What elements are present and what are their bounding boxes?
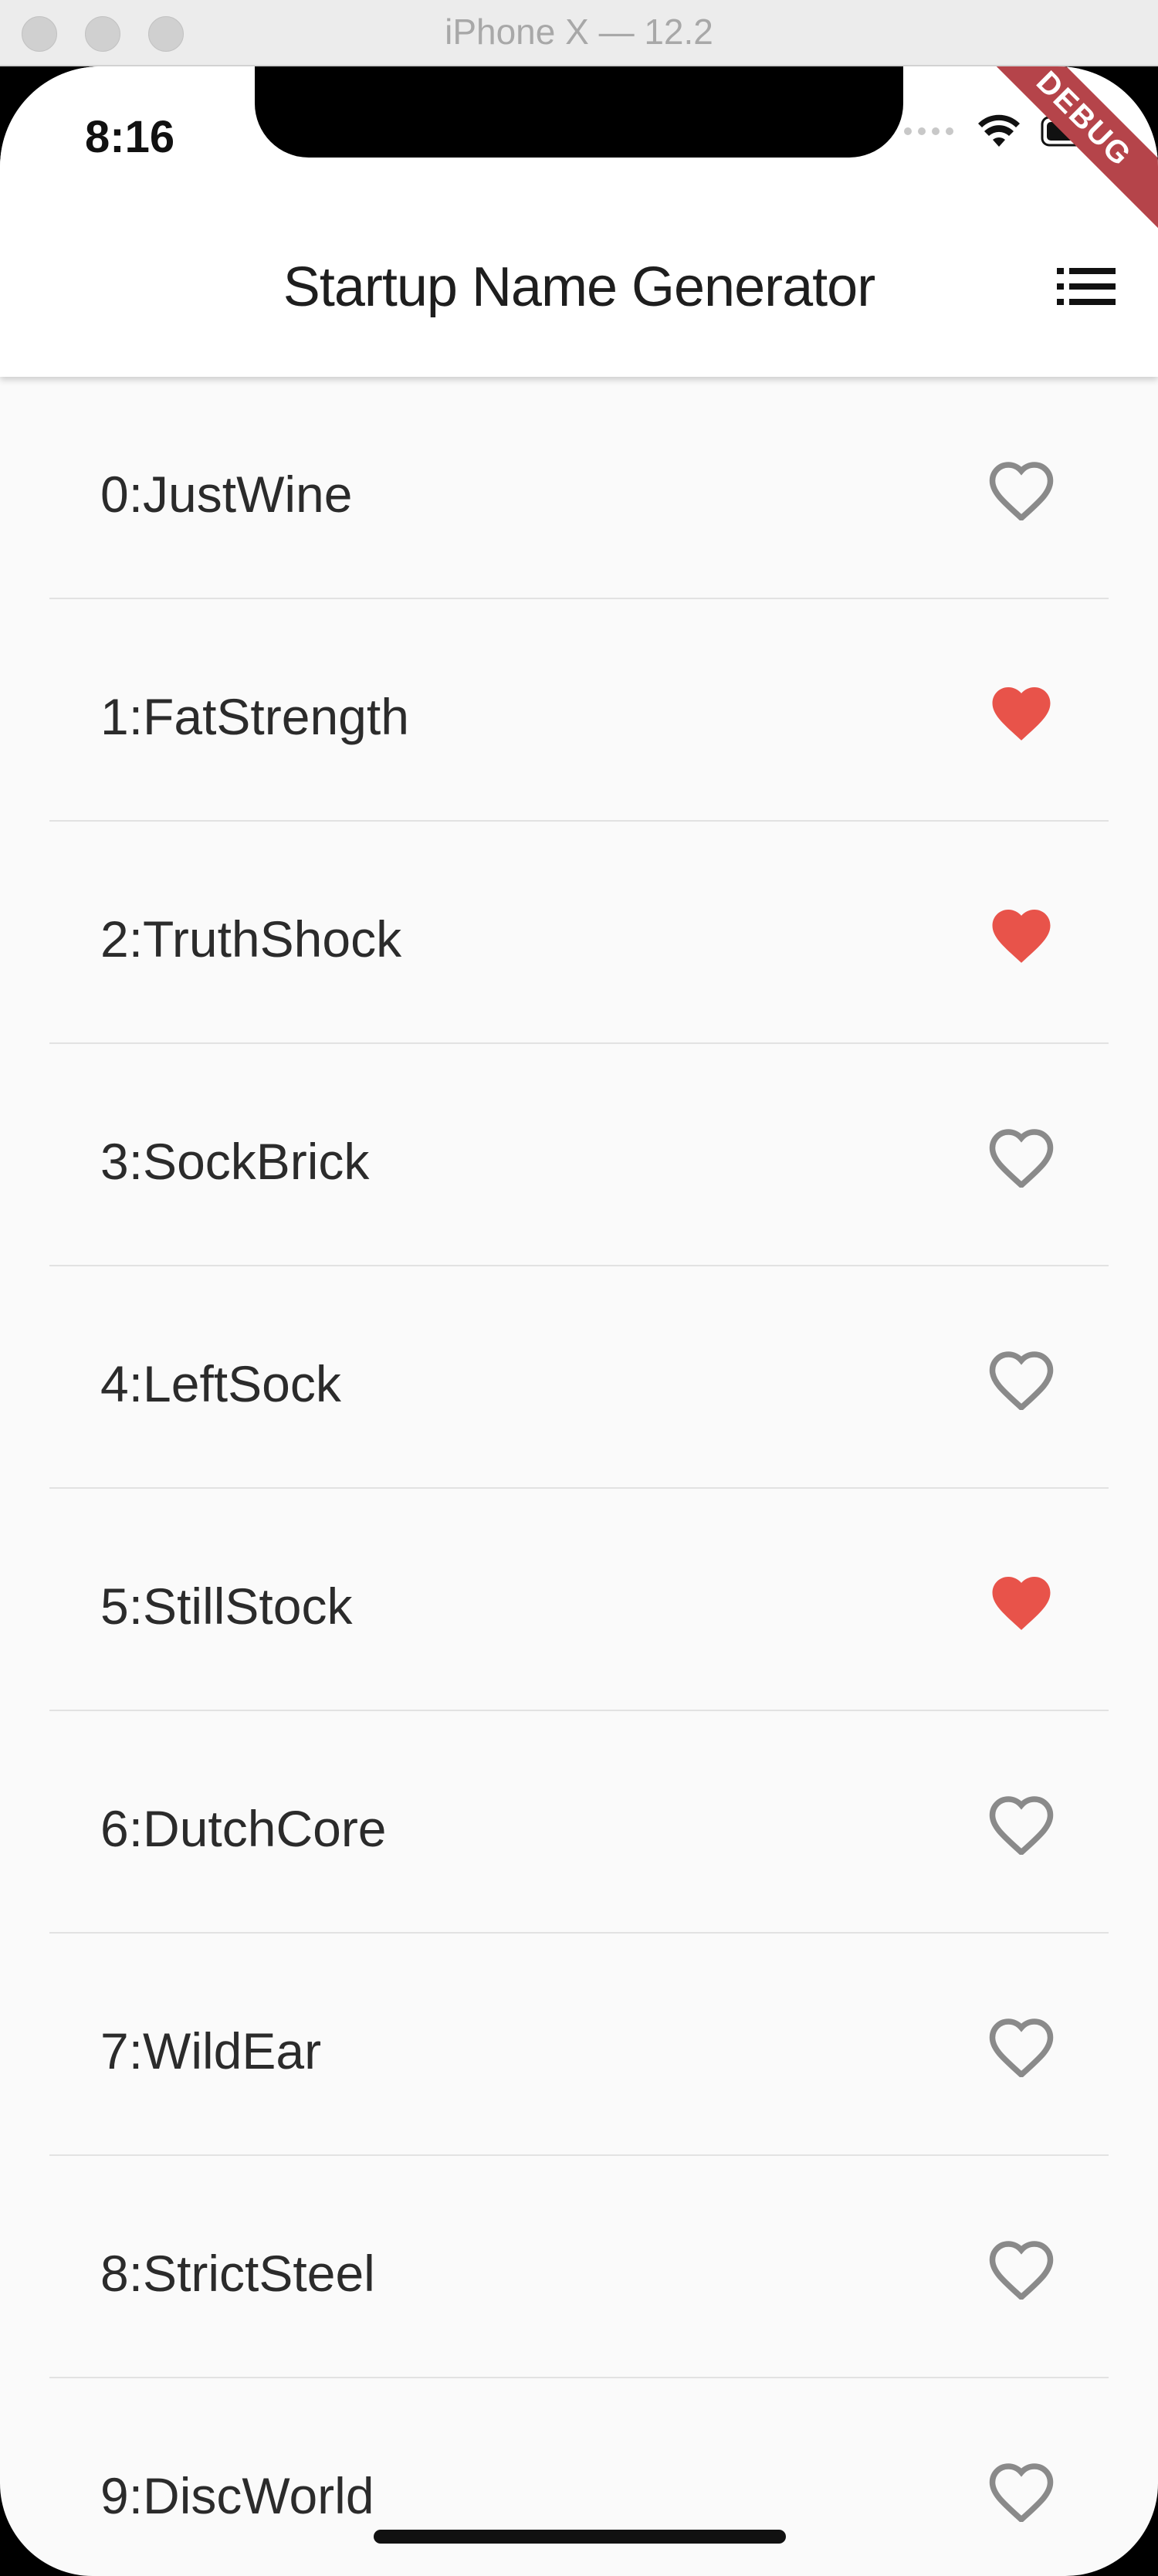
device-notch	[255, 66, 903, 158]
list-item[interactable]: 8:StrictSteel	[0, 2156, 1158, 2378]
list-icon	[1057, 268, 1116, 305]
list-item[interactable]: 3:SockBrick	[0, 1044, 1158, 1266]
favorite-filled-heart-icon[interactable]	[987, 900, 1056, 965]
favorite-filled-heart-icon[interactable]	[987, 1568, 1056, 1632]
favorite-outline-heart-icon[interactable]	[987, 1790, 1056, 1855]
list-item-label: 2:TruthShock	[100, 910, 402, 968]
favorite-outline-heart-icon[interactable]	[987, 1123, 1056, 1188]
list-item[interactable]: 1:FatStrength	[0, 599, 1158, 822]
favorite-outline-heart-icon[interactable]	[987, 456, 1056, 520]
favorite-outline-heart-icon[interactable]	[987, 2235, 1056, 2300]
page-title: Startup Name Generator	[283, 256, 875, 318]
status-time: 8:16	[85, 112, 175, 162]
favorite-outline-heart-icon[interactable]	[987, 2012, 1056, 2077]
home-indicator[interactable]	[374, 2530, 786, 2544]
list-item-label: 0:JustWine	[100, 466, 353, 523]
wifi-icon	[978, 114, 1020, 147]
list-item-label: 5:StillStock	[100, 1578, 353, 1635]
simulator-window: iPhone X — 12.2 8:16 Startup Name Genera…	[0, 0, 1158, 2576]
list-item[interactable]: 0:JustWine	[0, 377, 1158, 599]
list-item[interactable]: 5:StillStock	[0, 1489, 1158, 1711]
list-item-label: 4:LeftSock	[100, 1355, 341, 1412]
window-title: iPhone X — 12.2	[445, 12, 713, 52]
list-item[interactable]: 4:LeftSock	[0, 1266, 1158, 1489]
list-item[interactable]: 6:DutchCore	[0, 1711, 1158, 1934]
list-item[interactable]: 7:WildEar	[0, 1934, 1158, 2156]
device-frame: 8:16 Startup Name Generator DEBUG 0:Just…	[0, 66, 1158, 2576]
list-item[interactable]: 2:TruthShock	[0, 822, 1158, 1044]
list-item-label: 3:SockBrick	[100, 1133, 370, 1190]
list-item-label: 9:DiscWorld	[100, 2467, 374, 2524]
list-item-label: 6:DutchCore	[100, 1800, 387, 1857]
list-item[interactable]: 9:DiscWorld	[0, 2378, 1158, 2576]
list-item-label: 7:WildEar	[100, 2022, 322, 2079]
phone-screen: 8:16 Startup Name Generator DEBUG 0:Just…	[0, 66, 1158, 2576]
favorite-outline-heart-icon[interactable]	[987, 2457, 1056, 2522]
list-item-label: 8:StrictSteel	[100, 2245, 375, 2302]
favorite-filled-heart-icon[interactable]	[987, 678, 1056, 743]
saved-list-button[interactable]	[1051, 252, 1121, 321]
window-titlebar: iPhone X — 12.2	[0, 0, 1158, 66]
debug-banner: DEBUG	[968, 66, 1158, 235]
list-item-label: 1:FatStrength	[100, 688, 409, 745]
signal-icon	[904, 127, 953, 135]
startup-name-list[interactable]: 0:JustWine 1:FatStrength 2:TruthShock 3:Soc…	[0, 377, 1158, 2576]
favorite-outline-heart-icon[interactable]	[987, 1345, 1056, 1410]
